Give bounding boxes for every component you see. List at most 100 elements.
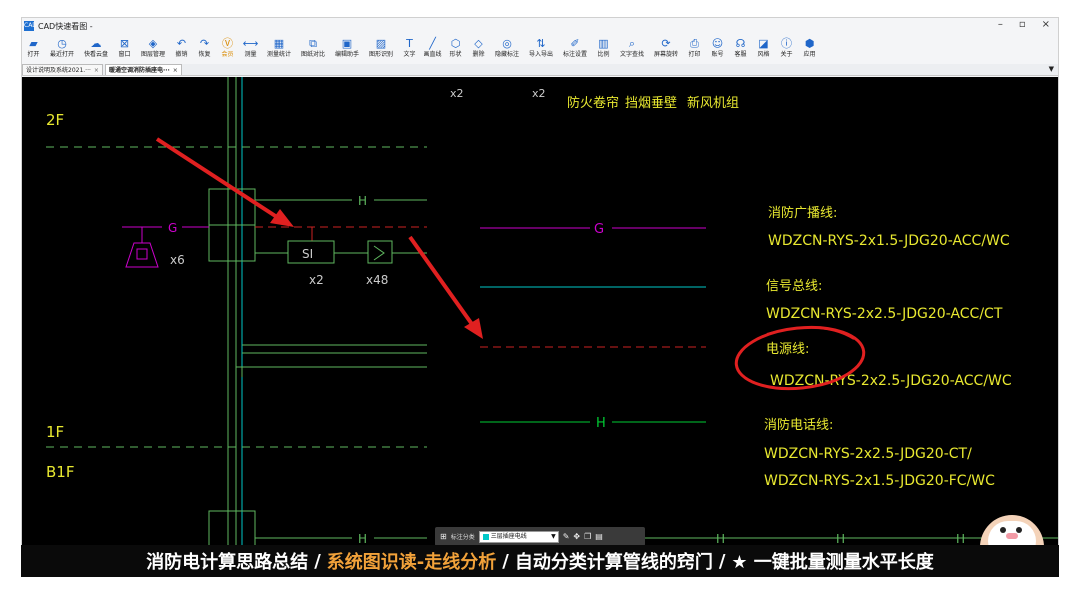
toolbar-button-compare[interactable]: ⧉ 图纸对比 [296,35,330,63]
toolbar-button-label: 会员 [221,51,234,58]
toolbar-button-apps[interactable]: ⬢ 应用 [798,35,821,63]
toolbar-button-import-export[interactable]: ⇅ 导入导出 [524,35,558,63]
module-device [367,240,393,264]
toolbar-button-label: 关于 [780,51,793,58]
toolbar-button-hide-annotation[interactable]: ◎ 隐藏标注 [490,35,524,63]
scale-icon: ▥ [598,37,609,50]
edit-icon[interactable]: ✎ [563,532,570,541]
category-label: 标注分类 [450,534,475,541]
text-icon: T [406,37,413,50]
annotation-settings-icon: ✐ [570,37,580,50]
arrow-head-icon [270,209,294,227]
toolbar-button-label: 形状 [449,51,462,58]
window-title: CAD快速看图 - [38,21,93,31]
toolbar-button-folder[interactable]: ▰ 打开 [22,35,45,63]
toolbar-button-vip[interactable]: Ⓥ 会员 [216,35,239,63]
close-tab-icon[interactable]: × [173,65,178,75]
tab-menu-arrow-icon[interactable]: ▼ [1049,65,1054,73]
legend-title: 消防广播线: [768,205,837,221]
toolbar-button-label: 风格 [757,51,770,58]
toolbar-button-annotation-settings[interactable]: ✐ 标注设置 [558,35,592,63]
annotation-category-bar: ⊞ 标注分类 三层插座电线 ▼ ✎ ✥ ❐ ▤ [435,527,645,546]
paste-icon[interactable]: ▤ [595,532,603,541]
undo-icon: ↶ [176,37,187,50]
svg-text:x6: x6 [170,253,185,267]
restore-button[interactable]: ▫ [1019,19,1026,30]
junction-box [208,188,256,226]
tab-design-notes[interactable]: 设计说明及系统2021.··· × [22,64,103,75]
copy-icon[interactable]: ❐ [584,532,591,541]
toolbar-button-text-search[interactable]: ⌕ 文字查找 [615,35,649,63]
shape-recognize-icon: ▨ [375,37,387,50]
toolbar-button-label: 客服 [734,51,747,58]
move-icon[interactable]: ✥ [573,532,580,541]
main-toolbar: ▰ 打开 ◷ 最近打开 ☁ 快看云盘 ⊠ 窗口 ◈ 图层管理 ↶ 撤销 ↷ 恢复 Ⓥ 会员 ⟷ 测量 ▦ 测量统计 ⧉ 图… [22,35,1058,63]
minimize-button[interactable]: – [998,19,1003,30]
toolbar-button-label: 文字查找 [619,51,644,58]
toolbar-button-window[interactable]: ⊠ 窗口 [113,35,136,63]
legend-title: 消防电话线: [764,417,833,433]
close-tab-icon[interactable]: × [94,65,99,75]
app-window: CAD CAD快速看图 - – ▫ × ▰ 打开 ◷ 最近打开 ☁ 快看云盘 ⊠ 窗口 ◈ 图层管… [21,17,1059,576]
grid-icon[interactable]: ⊞ [440,532,447,541]
toolbar-button-label: 测量统计 [266,51,291,58]
tab-hvac-fire-socket[interactable]: 暖通空调消防插座电··· × [104,64,182,75]
toolbar-button-label: 应用 [803,51,816,58]
svg-text:H: H [358,532,367,546]
toolbar-button-scale[interactable]: ▥ 比例 [592,35,615,63]
title-bar: CAD CAD快速看图 - – ▫ × [22,18,1058,34]
toolbar-button-eraser[interactable]: ◇ 删除 [467,35,490,63]
info-icon: ⓘ [781,37,792,50]
toolbar-button-measure-stats[interactable]: ▦ 测量统计 [262,35,296,63]
line-icon: ╱ [429,37,436,50]
rotate-icon: ⟳ [661,37,671,50]
toolbar-button-label: 文字 [403,51,416,58]
folder-icon: ▰ [29,37,38,50]
toolbar-button-cloud[interactable]: ☁ 快看云盘 [79,35,113,63]
toolbar-button-history[interactable]: ◷ 最近打开 [45,35,79,63]
toolbar-button-info[interactable]: ⓘ 关于 [775,35,798,63]
toolbar-button-rotate[interactable]: ⟳ 屏幕旋转 [649,35,683,63]
toolbar-button-label: 打印 [688,51,701,58]
toolbar-button-account[interactable]: ☺ 账号 [706,35,729,63]
toolbar-button-print[interactable]: ⎙ 打印 [683,35,706,63]
drawing-canvas[interactable]: 2F 1F B1F x2 x2 防火卷帘 挡烟垂壁 新风机组 H G x6 SI… [22,77,1058,575]
toolbar-button-headset[interactable]: ☊ 客服 [729,35,752,63]
svg-text:G: G [594,222,604,237]
toolbar-button-label: 编辑助手 [334,51,359,58]
toolbar-button-label: 标注设置 [562,51,587,58]
svg-text:G: G [168,221,177,235]
floor-label: B1F [46,463,74,481]
color-swatch [482,533,489,540]
toolbar-button-redo[interactable]: ↷ 恢复 [193,35,216,63]
window-icon: ⊠ [119,37,130,50]
headset-icon: ☊ [735,37,746,50]
toolbar-button-line[interactable]: ╱ 画直线 [421,35,444,63]
close-button[interactable]: × [1042,19,1050,30]
toolbar-button-edit-helper[interactable]: ▣ 编辑助手 [330,35,364,63]
toolbar-button-measure[interactable]: ⟷ 测量 [239,35,262,63]
toolbar-button-shape[interactable]: ⬡ 形状 [444,35,467,63]
document-tabs: 设计说明及系统2021.··· × 暖通空调消防插座电··· × ▼ [22,64,1058,76]
toolbar-button-style[interactable]: ◪ 风格 [752,35,775,63]
vip-icon: Ⓥ [222,37,233,50]
toolbar-button-label: 恢复 [198,51,211,58]
toolbar-button-shape-recognize[interactable]: ▨ 图形识别 [364,35,398,63]
toolbar-button-undo[interactable]: ↶ 撤销 [170,35,193,63]
top-label: 新风机组 [687,95,739,111]
svg-text:H: H [716,532,725,546]
legend-title: 电源线: [766,342,809,357]
toolbar-button-label: 打开 [27,51,40,58]
category-select[interactable]: 三层插座电线 ▼ [478,530,559,543]
measure-stats-icon: ▦ [273,37,285,50]
svg-text:x48: x48 [366,273,388,287]
toolbar-button-label: 导入导出 [528,51,553,58]
toolbar-button-label: 撤销 [175,51,188,58]
toolbar-button-label: 图形识别 [368,51,393,58]
toolbar-button-layers[interactable]: ◈ 图层管理 [136,35,170,63]
toolbar-button-text[interactable]: T 文字 [398,35,421,63]
legend-spec: WDZCN-RYS-2x2.5-JDG20-ACC/CT [766,306,1003,322]
svg-text:x2: x2 [309,273,324,287]
arrow-head-icon [464,318,483,339]
toolbar-button-label: 窗口 [118,51,131,58]
